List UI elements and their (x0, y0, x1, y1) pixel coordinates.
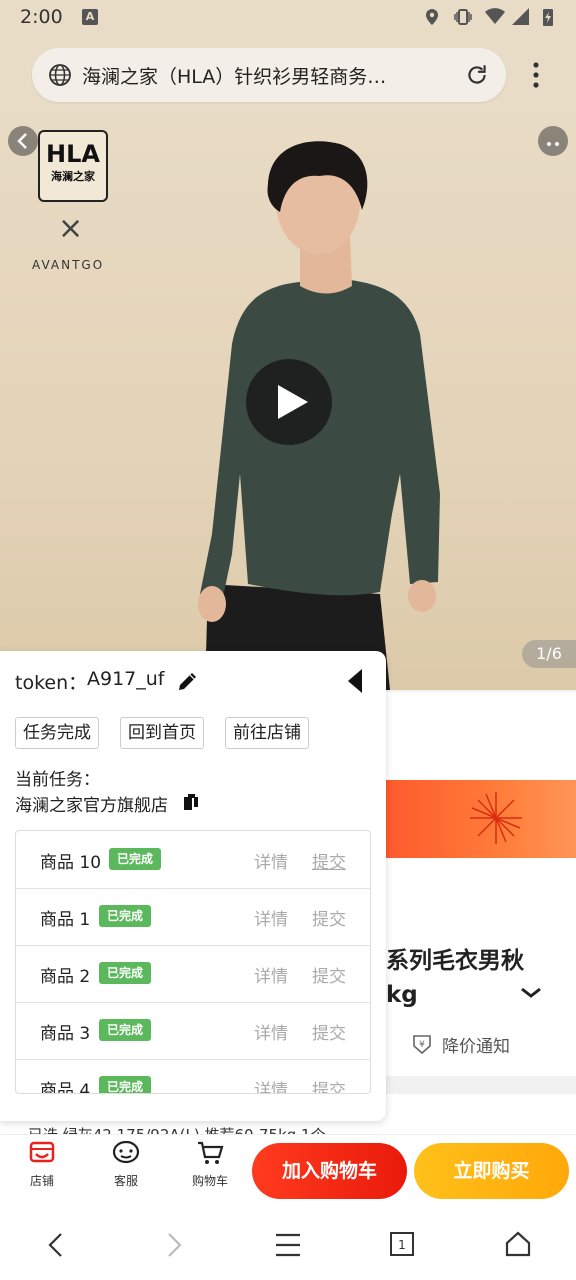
edit-icon[interactable] (176, 669, 200, 693)
item-list: 商品 10 已完成 详情 提交 商品 1 已完成 详情 提交 商品 2 已完成 … (15, 830, 371, 1094)
tab-store-label: 店铺 (29, 1174, 54, 1188)
hla-logo-text: HLA (46, 140, 100, 168)
tab-service-label: 客服 (113, 1174, 138, 1188)
list-item: 商品 2 已完成 详情 提交 (16, 945, 370, 1003)
signal-icon (512, 8, 529, 25)
detail-link[interactable]: 详情 (254, 962, 288, 987)
reload-icon[interactable] (464, 62, 490, 88)
tab-cart[interactable]: 购物车 (180, 1140, 240, 1189)
collab-mark: × (58, 211, 84, 246)
wifi-icon (485, 8, 505, 24)
nav-back-icon[interactable] (44, 1232, 68, 1258)
more-button[interactable] (538, 126, 568, 156)
list-item: 商品 1 已完成 详情 提交 (16, 888, 370, 946)
svg-text:¥: ¥ (419, 1040, 425, 1050)
item-name: 商品 1 (40, 910, 91, 930)
avantgo-logo: AVANTGO (32, 258, 105, 272)
token-label: token： (15, 672, 88, 694)
current-task-name: 海澜之家官方旗舰店 (15, 796, 168, 816)
svg-text:1: 1 (398, 1238, 406, 1252)
add-to-cart-button[interactable]: 加入购物车 (252, 1143, 407, 1199)
status-badge: 已完成 (99, 905, 152, 927)
list-item: 商品 3 已完成 详情 提交 (16, 1002, 370, 1060)
detail-link[interactable]: 详情 (254, 1019, 288, 1044)
play-video-button[interactable] (246, 359, 332, 445)
location-icon (426, 9, 438, 25)
tab-store[interactable]: 店铺 (12, 1140, 72, 1189)
list-item: 商品 4 已完成 详情 提交 (16, 1059, 370, 1094)
buy-now-button[interactable]: 立即购买 (414, 1143, 569, 1199)
firework-icon (470, 792, 522, 844)
chevron-down-icon[interactable] (520, 986, 542, 1000)
status-badge: 已完成 (99, 1076, 152, 1093)
go-store-button[interactable]: 前往店铺 (225, 717, 309, 749)
store-icon (29, 1141, 55, 1163)
tab-service[interactable]: 客服 (96, 1140, 156, 1189)
status-badge: 已完成 (99, 962, 152, 984)
list-item: 商品 10 已完成 详情 提交 (16, 831, 370, 889)
item-name: 商品 4 (40, 1081, 91, 1094)
play-icon (278, 385, 308, 419)
task-complete-button[interactable]: 任务完成 (15, 717, 99, 749)
hla-logo-cn-text: 海澜之家 (51, 170, 95, 183)
product-title-line-1: 系列毛衣男秋 (386, 948, 524, 974)
image-counter: 1/6 (522, 640, 576, 668)
url-bar[interactable]: 海澜之家（HLA）针织衫男轻商务… (32, 48, 506, 102)
back-button[interactable] (8, 126, 38, 156)
collapse-panel-icon[interactable] (346, 667, 364, 695)
chevron-left-icon (17, 133, 27, 149)
status-time: 2:00 (20, 6, 63, 28)
battery-icon (543, 9, 553, 26)
notification-a-icon: A (82, 9, 98, 25)
submit-link[interactable]: 提交 (312, 848, 346, 873)
task-panel: token： A917_uf 任务完成 回到首页 前往店铺 当前任务： 海澜之家… (0, 651, 386, 1121)
cart-icon (198, 1141, 224, 1164)
detail-link[interactable]: 详情 (254, 848, 288, 873)
globe-icon (49, 64, 71, 86)
url-text[interactable]: 海澜之家（HLA）针织衫男轻商务… (82, 62, 452, 89)
submit-link[interactable]: 提交 (312, 1076, 346, 1093)
browser-menu-icon[interactable] (524, 58, 548, 92)
customer-service-icon (112, 1140, 140, 1164)
detail-link[interactable]: 详情 (254, 1076, 288, 1093)
copy-icon[interactable] (181, 792, 201, 812)
vibrate-icon (454, 9, 472, 25)
home-icon[interactable] (504, 1230, 532, 1258)
status-badge: 已完成 (99, 1019, 152, 1041)
browser-nav-bar: 1 (0, 1210, 576, 1280)
item-name: 商品 10 (40, 853, 102, 873)
price-notice-label: 降价通知 (442, 1037, 510, 1057)
more-dots-icon (547, 142, 559, 146)
tab-cart-label: 购物车 (191, 1174, 228, 1188)
submit-link[interactable]: 提交 (312, 905, 346, 930)
product-title-line-2: kg (386, 982, 418, 1008)
nav-forward-icon[interactable] (162, 1232, 186, 1258)
detail-link[interactable]: 详情 (254, 905, 288, 930)
current-task-label: 当前任务： (15, 770, 100, 790)
product-title-fragment: 系列毛衣男秋 kg (386, 944, 524, 1012)
hla-logo: HLA 海澜之家 (38, 130, 108, 202)
price-tag-icon: ¥ (413, 1035, 431, 1055)
tabs-icon[interactable]: 1 (389, 1231, 415, 1257)
item-name: 商品 3 (40, 1024, 91, 1044)
submit-link[interactable]: 提交 (312, 1019, 346, 1044)
nav-menu-icon[interactable] (274, 1232, 302, 1258)
token-value: A917_uf (87, 668, 165, 690)
submit-link[interactable]: 提交 (312, 962, 346, 987)
back-home-button[interactable]: 回到首页 (120, 717, 204, 749)
status-badge: 已完成 (109, 848, 162, 870)
item-name: 商品 2 (40, 967, 91, 987)
promo-banner[interactable] (386, 780, 576, 858)
